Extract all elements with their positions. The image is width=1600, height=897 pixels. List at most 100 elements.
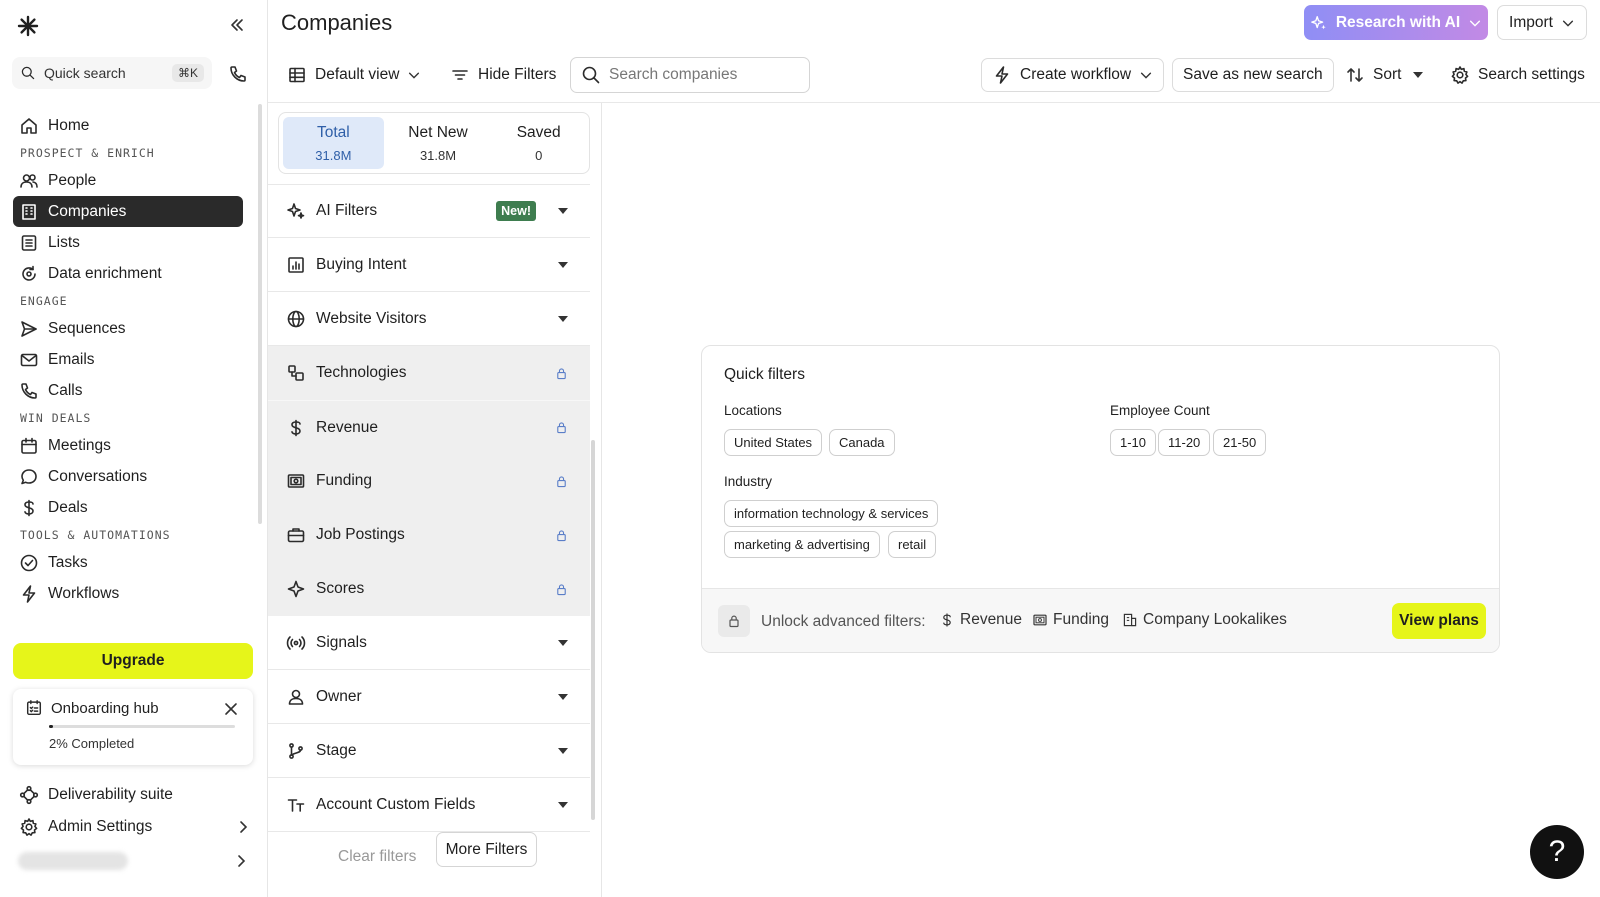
view-plans-button[interactable]: View plans [1392, 603, 1486, 639]
sidebar-item-label: Home [48, 116, 90, 134]
lock-icon [555, 529, 568, 542]
result-counts: Total 31.8M Net New 31.8M Saved 0 [278, 112, 590, 174]
filter-ai-filters[interactable]: AI Filters New! [268, 184, 590, 238]
sidebar-item-data-enrichment[interactable]: Data enrichment [13, 258, 243, 289]
create-workflow-button[interactable]: Create workflow [981, 58, 1165, 92]
phone-icon [19, 381, 39, 401]
search-companies-input[interactable] [609, 66, 789, 84]
location-chip[interactable]: Canada [829, 429, 895, 456]
sidebar-item-emails[interactable]: Emails [13, 344, 243, 375]
filter-owner[interactable]: Owner [268, 670, 590, 724]
filter-panel-scrollbar[interactable] [591, 440, 595, 820]
employee-count-chip[interactable]: 11-20 [1158, 429, 1211, 456]
sidebar-item-lists[interactable]: Lists [13, 227, 243, 258]
filter-signals[interactable]: Signals [268, 616, 590, 670]
save-as-new-search-button[interactable]: Save as new search [1172, 58, 1334, 92]
lock-icon [555, 367, 568, 380]
tab-total[interactable]: Total 31.8M [283, 117, 384, 169]
filter-label: Revenue [316, 418, 379, 436]
search-companies-field[interactable] [570, 57, 810, 93]
gear-icon [19, 817, 39, 837]
sidebar-item-calls[interactable]: Calls [13, 375, 243, 406]
tab-net-new[interactable]: Net New 31.8M [388, 113, 489, 173]
industry-chip[interactable]: retail [888, 531, 937, 558]
onboarding-title: Onboarding hub [25, 699, 159, 717]
filter-buying-intent[interactable]: Buying Intent [268, 238, 590, 292]
checklist-icon [25, 699, 43, 717]
filter-technologies[interactable]: Technologies [268, 346, 590, 400]
unlock-advanced-filters-bar: Unlock advanced filters: Revenue Funding… [702, 588, 1499, 652]
count-value: 0 [535, 147, 543, 163]
chevron-down-icon [407, 68, 421, 82]
search-icon [581, 65, 601, 85]
employee-count-chip[interactable]: 1-10 [1110, 429, 1157, 456]
sidebar-item-conversations[interactable]: Conversations [13, 461, 243, 492]
filter-stage[interactable]: Stage [268, 724, 590, 778]
sidebar-item-label: Emails [48, 350, 95, 368]
caret-down-icon [558, 315, 568, 322]
funding-icon [1032, 612, 1048, 628]
import-button[interactable]: Import [1497, 5, 1587, 40]
sidebar-nav: Home PROSPECT & ENRICH People Companies … [13, 110, 243, 609]
filter-account-custom-fields[interactable]: Account Custom Fields [268, 778, 590, 832]
filter-job-postings[interactable]: Job Postings [268, 508, 590, 562]
sidebar-scrollbar[interactable] [258, 104, 262, 524]
filter-scores[interactable]: Scores [268, 562, 590, 616]
briefcase-icon [286, 525, 306, 545]
text-format-icon [286, 795, 306, 815]
sidebar-item-companies[interactable]: Companies [13, 196, 243, 227]
sort-button[interactable]: Sort [1335, 58, 1433, 92]
globe-icon [286, 309, 306, 329]
sidebar-item-home[interactable]: Home [13, 110, 243, 141]
filter-website-visitors[interactable]: Website Visitors [268, 292, 590, 346]
onboarding-hub-card[interactable]: Onboarding hub 2% Completed [13, 689, 253, 765]
dialer-button[interactable] [222, 58, 254, 90]
tab-saved[interactable]: Saved 0 [488, 113, 589, 173]
filter-funding[interactable]: Funding [268, 454, 590, 508]
research-with-ai-button[interactable]: Research with AI [1304, 5, 1488, 40]
sidebar-item-label: Admin Settings [48, 818, 153, 835]
industry-chip[interactable]: marketing & advertising [724, 531, 880, 558]
quick-filters-card: Quick filters Locations United States Ca… [701, 345, 1500, 653]
calendar-icon [19, 436, 39, 456]
caret-down-icon [558, 801, 568, 808]
sidebar-item-workflows[interactable]: Workflows [13, 578, 243, 609]
location-chip[interactable]: United States [724, 429, 823, 456]
hide-filters-button[interactable]: Hide Filters [440, 58, 566, 92]
filter-label: Buying Intent [316, 255, 407, 273]
user-account-name[interactable] [18, 852, 128, 870]
lock-icon [555, 421, 568, 434]
industry-chip[interactable]: information technology & services [724, 500, 939, 527]
technologies-icon [286, 363, 306, 383]
more-filters-button[interactable]: More Filters [436, 832, 537, 867]
search-settings-button[interactable]: Search settings [1440, 58, 1595, 92]
page-title: Companies [281, 10, 393, 35]
close-icon[interactable] [223, 701, 239, 717]
default-view-dropdown[interactable]: Default view [277, 58, 431, 92]
sidebar-item-sequences[interactable]: Sequences [13, 313, 243, 344]
caret-down-icon [558, 693, 568, 700]
sidebar-item-people[interactable]: People [13, 165, 243, 196]
collapse-sidebar-icon[interactable] [226, 14, 248, 36]
count-value: 31.8M [315, 147, 352, 163]
apollo-logo-icon[interactable] [16, 14, 40, 38]
sidebar-item-tasks[interactable]: Tasks [13, 547, 243, 578]
quick-search[interactable]: Quick search ⌘K [12, 57, 212, 89]
filter-revenue[interactable]: Revenue [268, 400, 590, 454]
employee-count-chip[interactable]: 21-50 [1213, 429, 1267, 456]
upgrade-button[interactable]: Upgrade [13, 643, 253, 679]
sidebar-item-admin-settings[interactable]: Admin Settings [19, 817, 251, 837]
sidebar-item-deals[interactable]: Deals [13, 492, 243, 523]
table-icon [287, 65, 307, 85]
chevron-right-icon[interactable] [233, 853, 249, 869]
sidebar-item-deliverability[interactable]: Deliverability suite [19, 785, 251, 805]
lock-icon [555, 583, 568, 596]
check-circle-icon [19, 553, 39, 573]
clear-filters-button[interactable]: Clear filters [338, 848, 416, 866]
unlock-item-label: Funding [1053, 611, 1110, 628]
chevron-right-icon [235, 819, 251, 835]
branch-icon [286, 741, 306, 761]
sidebar-item-meetings[interactable]: Meetings [13, 430, 243, 461]
filter-label: Job Postings [316, 526, 405, 543]
help-button[interactable]: ? [1530, 825, 1584, 879]
